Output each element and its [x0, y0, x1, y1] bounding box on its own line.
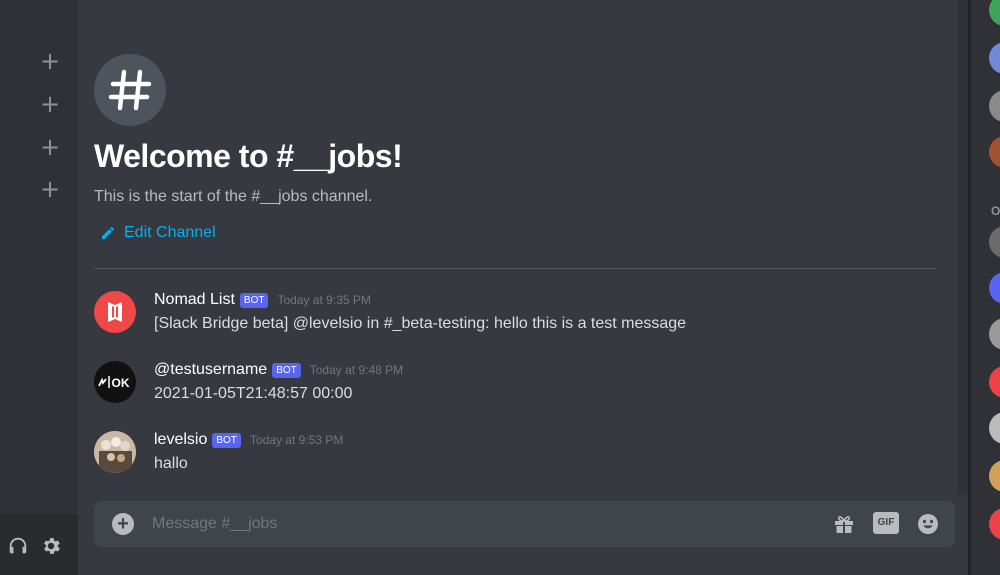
gif-button[interactable]: GIF: [873, 512, 899, 534]
divider: [94, 268, 937, 269]
channel-hash-avatar: [94, 54, 166, 126]
message-item: Nomad List BOT Today at 9:35 PM [Slack B…: [94, 291, 934, 339]
timestamp: Today at 9:48 PM: [309, 363, 404, 377]
message-text: hallo: [154, 455, 188, 472]
add-channel-button-2[interactable]: +: [38, 92, 62, 116]
message-text: 2021-01-05T21:48:57 00:00: [154, 385, 353, 402]
add-channel-button-4[interactable]: +: [38, 177, 62, 201]
message-item: levelsio BOT Today at 9:53 PM hallo: [94, 431, 934, 479]
avatar[interactable]: [94, 291, 136, 333]
bot-badge: BOT: [272, 362, 301, 378]
author-name[interactable]: @testusername: [154, 361, 267, 379]
message-item: OK @testusername BOT Today at 9:48 PM 20…: [94, 361, 934, 409]
edit-channel-label: Edit Channel: [124, 224, 216, 241]
settings-gear-icon[interactable]: [40, 535, 62, 557]
message-text: [Slack Bridge beta] @levelsio in #_beta-…: [154, 315, 687, 332]
nomad-list-logo-icon: [108, 302, 122, 322]
member-avatar[interactable]: [989, 460, 1000, 492]
author-name[interactable]: Nomad List: [154, 291, 235, 309]
chat-scrollbar[interactable]: [958, 0, 968, 495]
member-avatar[interactable]: [989, 226, 1000, 258]
emoji-smile-icon[interactable]: [916, 512, 940, 536]
member-section-header: O: [991, 204, 1000, 218]
ok-logo-icon: OK: [98, 376, 130, 390]
add-channel-button-3[interactable]: +: [38, 135, 62, 159]
message-header: @testusername BOT Today at 9:48 PM: [154, 361, 403, 379]
author-name[interactable]: levelsio: [154, 431, 207, 449]
timestamp: Today at 9:53 PM: [249, 433, 344, 447]
message-header: Nomad List BOT Today at 9:35 PM: [154, 291, 371, 309]
message-input[interactable]: [152, 512, 752, 536]
member-avatar[interactable]: [989, 136, 1000, 168]
member-avatar[interactable]: [989, 0, 1000, 26]
attach-plus-button[interactable]: +: [112, 513, 134, 535]
avatar[interactable]: [94, 431, 136, 473]
hash-icon: [108, 69, 152, 111]
member-avatar[interactable]: [989, 508, 1000, 540]
member-list: O: [968, 0, 1000, 575]
member-avatar[interactable]: [989, 366, 1000, 398]
pencil-icon: [102, 227, 114, 239]
bot-badge: BOT: [212, 432, 241, 448]
channel-sidebar: + + + +: [0, 0, 78, 575]
message-composer: + GIF: [94, 501, 955, 547]
avatar[interactable]: OK: [94, 361, 136, 403]
headphones-icon[interactable]: [7, 535, 29, 557]
timestamp: Today at 9:35 PM: [277, 293, 371, 307]
member-avatar[interactable]: [989, 90, 1000, 122]
edit-channel-link[interactable]: Edit Channel: [100, 224, 216, 242]
welcome-subtitle: This is the start of the #__jobs channel…: [94, 188, 373, 205]
chat-area: Welcome to #__jobs! This is the start of…: [78, 0, 968, 575]
member-avatar[interactable]: [989, 42, 1000, 74]
gift-icon[interactable]: [832, 512, 856, 536]
member-avatar[interactable]: [989, 412, 1000, 444]
avatar-ok-text: OK: [112, 376, 130, 390]
member-avatar[interactable]: [989, 272, 1000, 304]
user-panel: [0, 515, 78, 575]
welcome-title: Welcome to #__jobs!: [94, 138, 403, 174]
message-header: levelsio BOT Today at 9:53 PM: [154, 431, 343, 449]
bot-badge: BOT: [239, 292, 269, 308]
member-avatar[interactable]: [989, 318, 1000, 350]
group-photo-icon: [94, 431, 136, 473]
add-channel-button-1[interactable]: +: [38, 49, 62, 73]
